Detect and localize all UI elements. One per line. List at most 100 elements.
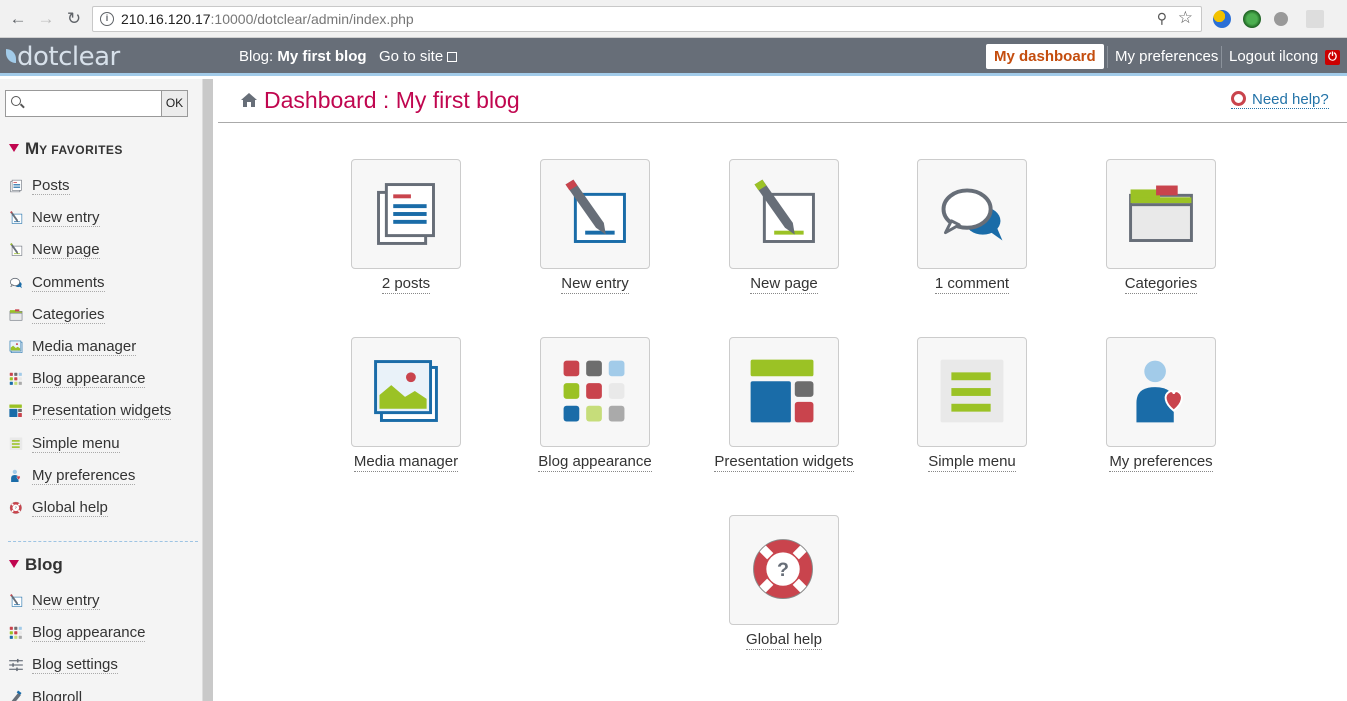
sidebar-item-blog-appearance[interactable]: Blog appearance: [8, 369, 146, 389]
sidebar-item-comments[interactable]: Comments: [8, 273, 105, 293]
sidebar-item-label: Presentation widgets: [32, 402, 172, 421]
dashboard-tile-label[interactable]: Presentation widgets: [694, 453, 874, 472]
dashboard-tile-label[interactable]: Categories: [1071, 275, 1251, 294]
site-info-icon[interactable]: i: [100, 12, 114, 26]
sidebar-item-simple-menu[interactable]: Simple menu: [8, 434, 120, 454]
extension-icon[interactable]: [1274, 12, 1288, 26]
header-separator: [1107, 46, 1108, 68]
sidebar-item-global-help[interactable]: ? Global help: [8, 498, 108, 518]
sidebar-item-categories[interactable]: Categories: [8, 305, 105, 325]
sidebar-item-media-manager[interactable]: Media manager: [8, 337, 137, 357]
sidebar-item-label: New entry: [32, 209, 100, 228]
need-help-link[interactable]: Need help?: [1231, 91, 1329, 109]
sidebar-item-blog-appearance[interactable]: Blog appearance: [8, 623, 146, 643]
sidebar-scrollbar[interactable]: [203, 79, 213, 701]
home-icon: [240, 87, 258, 114]
dashboard-tile-1-comment[interactable]: [917, 159, 1027, 269]
sidebar-item-label: New page: [32, 241, 100, 260]
extension-icon[interactable]: [1213, 10, 1231, 28]
tile-label-text[interactable]: Media manager: [353, 453, 459, 472]
tile-label-text[interactable]: My preferences: [1109, 453, 1213, 472]
user-prefs-icon: [8, 468, 24, 484]
my-dashboard-link[interactable]: My dashboard: [986, 44, 1104, 69]
dashboard-tile-label[interactable]: Global help: [694, 631, 874, 650]
simple-menu-icon: [8, 436, 24, 452]
tile-label-text[interactable]: Presentation widgets: [714, 453, 854, 472]
dashboard-tile-label[interactable]: 1 comment: [882, 275, 1062, 294]
media-icon: [8, 339, 24, 355]
blog-section-title[interactable]: Blog: [9, 555, 63, 575]
sidebar-item-label: New entry: [32, 592, 100, 610]
sidebar-item-blogroll[interactable]: Blogroll: [8, 688, 82, 701]
logout-link[interactable]: Logout ilcong: [1229, 48, 1318, 65]
leaf-icon: [6, 49, 16, 63]
favorites-section-title[interactable]: MY FAVORITES: [9, 139, 123, 159]
key-icon[interactable]: ⚲: [1157, 10, 1167, 27]
appearance-icon: [8, 625, 24, 641]
sidebar-item-label: Global help: [32, 499, 108, 517]
dashboard-tile-label[interactable]: Simple menu: [882, 453, 1062, 472]
my-preferences-link[interactable]: My preferences: [1115, 48, 1218, 65]
blog-name-link[interactable]: My first blog: [277, 48, 366, 65]
sidebar-item-new-page[interactable]: New page: [8, 240, 100, 260]
dashboard-tile-label[interactable]: Blog appearance: [505, 453, 685, 472]
sidebar-item-posts[interactable]: Posts: [8, 176, 70, 196]
dotclear-logo[interactable]: dotclear: [6, 42, 120, 72]
search-ok-button[interactable]: OK: [162, 90, 188, 117]
current-blog: Blog: My first blog: [239, 48, 367, 65]
sidebar-item-new-entry[interactable]: New entry: [8, 591, 100, 611]
dashboard-tile-label[interactable]: New entry: [505, 275, 685, 294]
sidebar-item-new-entry[interactable]: New entry: [8, 208, 100, 228]
address-url[interactable]: 210.16.120.17:10000/dotclear/admin/index…: [121, 11, 414, 27]
search-icon: [11, 96, 21, 106]
title-divider: [218, 122, 1347, 123]
tile-label-text[interactable]: Blog appearance: [538, 453, 652, 472]
external-link-icon: [447, 52, 458, 62]
bookmark-star-icon[interactable]: ☆: [1178, 8, 1193, 28]
dashboard-tile-label[interactable]: My preferences: [1071, 453, 1251, 472]
dashboard-tile-label[interactable]: New page: [694, 275, 874, 294]
sidebar: OK MY FAVORITES Posts New entry New page Co…: [0, 79, 203, 701]
sidebar-item-my-preferences[interactable]: My preferences: [8, 466, 136, 486]
dashboard-tile-media-manager[interactable]: [351, 337, 461, 447]
dashboard-tile-global-help[interactable]: ?: [729, 515, 839, 625]
sidebar-item-blog-settings[interactable]: Blog settings: [8, 655, 118, 675]
page-title: Dashboard : My first blog: [240, 87, 520, 114]
menu-search-input[interactable]: [5, 90, 162, 117]
power-icon[interactable]: ⏻: [1325, 50, 1340, 65]
dashboard-tile-presentation-widgets[interactable]: [729, 337, 839, 447]
blogroll-icon: [8, 690, 24, 701]
dashboard-tile-my-preferences[interactable]: [1106, 337, 1216, 447]
tile-label-text[interactable]: Simple menu: [928, 453, 1016, 472]
address-bar[interactable]: i 210.16.120.17:10000/dotclear/admin/ind…: [92, 6, 1202, 32]
dashboard-tile-blog-appearance[interactable]: [540, 337, 650, 447]
collapse-triangle-icon: [9, 560, 19, 568]
dashboard-tile-label[interactable]: Media manager: [316, 453, 496, 472]
sidebar-item-label: Blog appearance: [32, 370, 146, 389]
dashboard-tile-simple-menu[interactable]: [917, 337, 1027, 447]
sidebar-item-label: Posts: [32, 177, 70, 195]
categories-icon: [8, 307, 24, 323]
globe-extension-icon[interactable]: [1243, 10, 1261, 28]
tile-label-text[interactable]: 2 posts: [381, 275, 431, 294]
dashboard-tile-categories[interactable]: [1106, 159, 1216, 269]
dashboard-tile-new-entry[interactable]: [540, 159, 650, 269]
dashboard-tile-new-page[interactable]: [729, 159, 839, 269]
tile-label-text[interactable]: Categories: [1124, 275, 1198, 294]
extension-icon[interactable]: [1306, 10, 1324, 28]
tile-label-text[interactable]: Global help: [746, 631, 822, 650]
tile-label-text[interactable]: New entry: [561, 275, 629, 294]
tile-label-text[interactable]: 1 comment: [934, 275, 1010, 294]
dashboard-tile-label[interactable]: 2 posts: [316, 275, 496, 294]
new-entry-icon: [8, 210, 24, 226]
sidebar-item-presentation-widgets[interactable]: Presentation widgets: [8, 401, 172, 421]
back-arrow-icon[interactable]: ←: [8, 9, 28, 29]
widgets-icon: [8, 403, 24, 419]
dashboard-tile-2-posts[interactable]: [351, 159, 461, 269]
sidebar-item-label: My preferences: [32, 466, 136, 485]
reload-icon[interactable]: ↻: [64, 9, 84, 29]
tile-label-text[interactable]: New page: [750, 275, 818, 294]
section-divider: [8, 541, 198, 542]
forward-arrow-icon[interactable]: →: [36, 9, 56, 29]
go-to-site-link[interactable]: Go to site: [379, 48, 458, 65]
